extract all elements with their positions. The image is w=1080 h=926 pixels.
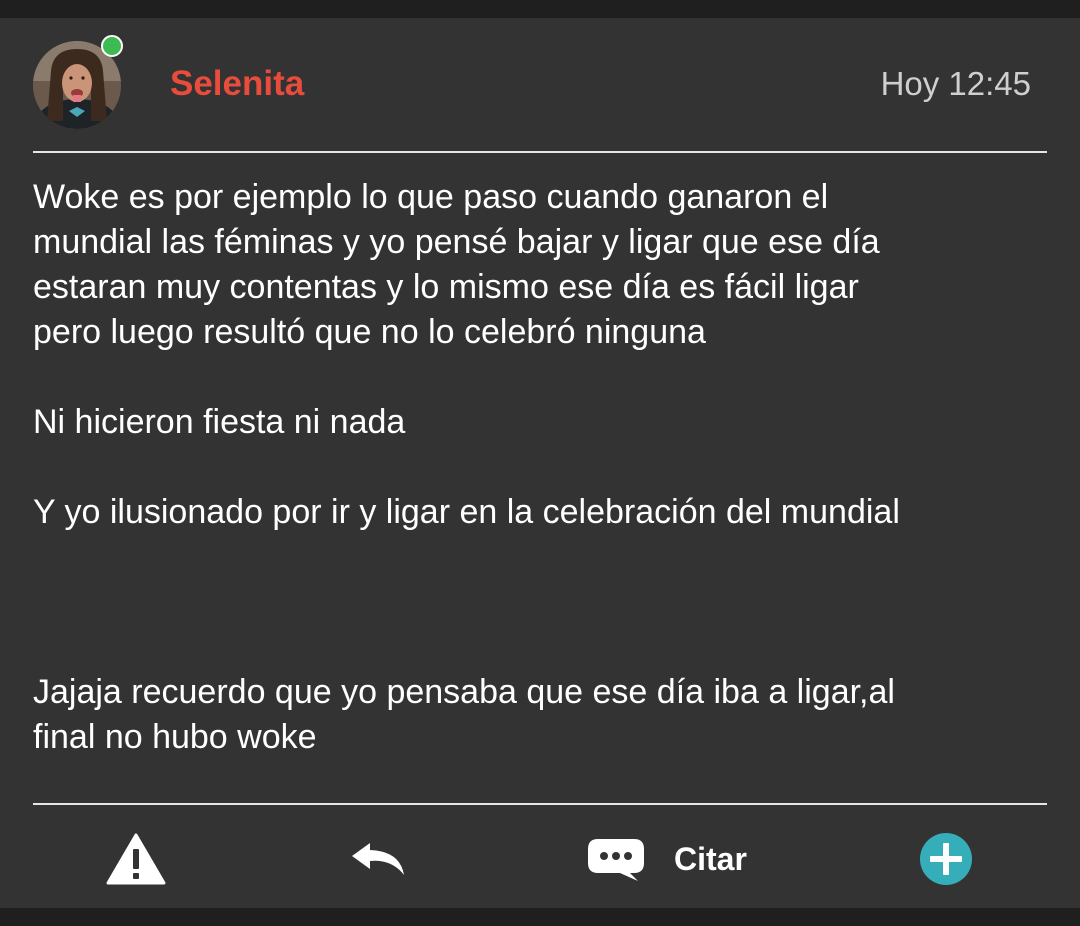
message-line: estaran muy contentas y lo mismo ese día… bbox=[33, 268, 859, 306]
add-button[interactable] bbox=[918, 826, 974, 892]
message-line: final no hubo woke bbox=[33, 718, 317, 756]
chat-bubble-icon bbox=[588, 839, 644, 881]
message-line: Ni hicieron fiesta ni nada bbox=[33, 403, 406, 441]
message-line: mundial las féminas y yo pensé bajar y l… bbox=[33, 223, 880, 261]
quote-button[interactable]: Citar bbox=[586, 826, 747, 892]
message-line: pero luego resultó que no lo celebró nin… bbox=[33, 313, 706, 351]
report-button[interactable] bbox=[106, 826, 166, 892]
warning-triangle-icon bbox=[106, 833, 166, 885]
user-avatar[interactable] bbox=[33, 35, 123, 129]
bottom-background-strip bbox=[0, 908, 1080, 926]
footer-divider bbox=[33, 803, 1047, 805]
post-message: Woke es por ejemplo lo que paso cuando g… bbox=[33, 175, 1033, 760]
message-line: Jajaja recuerdo que yo pensaba que ese d… bbox=[33, 673, 895, 711]
message-line: Y yo ilusionado por ir y ligar en la cel… bbox=[33, 493, 900, 531]
username[interactable]: Selenita bbox=[170, 62, 304, 106]
post-timestamp: Hoy 12:45 bbox=[880, 65, 1031, 102]
reply-arrow-icon bbox=[352, 843, 404, 875]
post-card: Selenita Hoy 12:45 Woke es por ejemplo l… bbox=[0, 18, 1080, 908]
header-divider bbox=[33, 151, 1047, 153]
plus-circle-icon bbox=[920, 833, 972, 885]
message-line: Woke es por ejemplo lo que paso cuando g… bbox=[33, 178, 829, 216]
quote-label: Citar bbox=[674, 840, 747, 877]
top-background-strip bbox=[0, 0, 1080, 18]
online-status-dot bbox=[101, 35, 123, 57]
reply-button[interactable] bbox=[348, 826, 408, 892]
